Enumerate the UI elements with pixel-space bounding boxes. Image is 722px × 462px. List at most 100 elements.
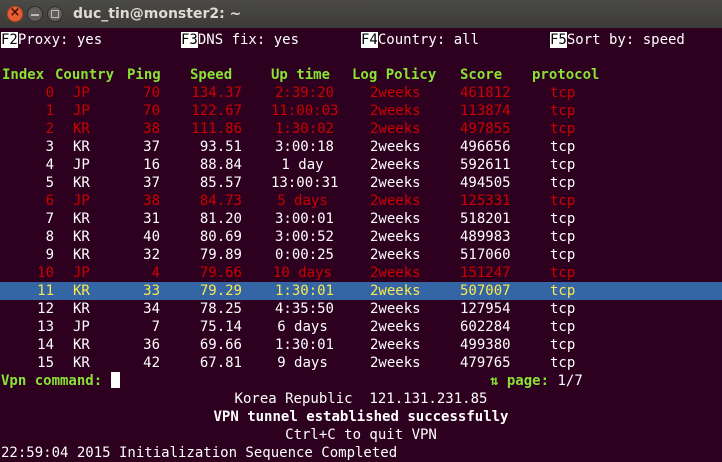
row-index: 2 [45, 121, 54, 137]
row-index: 1 [45, 103, 54, 119]
terminal-window: × duc_tin@monster2: ~ F2Proxy: yes F3DNS… [0, 0, 722, 462]
minimize-icon [31, 14, 39, 16]
country-label: Country: all [377, 32, 480, 48]
table-row[interactable]: 2 KR 38 111.86 1:30:02 2weeks 497855 tcp [0, 120, 722, 138]
row-speed: 81.20 [199, 211, 242, 227]
row-score: 602284 [460, 319, 511, 335]
pager: ⇅ page: 1/7 [490, 372, 583, 390]
row-uptime: 5 days [277, 193, 328, 209]
row-ping: 34 [143, 301, 160, 317]
dns-fix-toggle[interactable]: F3DNS fix: yes [181, 31, 299, 49]
row-index: 12 [37, 301, 54, 317]
row-country: KR [73, 247, 90, 263]
close-icon: × [9, 5, 21, 20]
row-ping: 38 [143, 193, 160, 209]
row-protocol: tcp [550, 211, 576, 227]
row-protocol: tcp [550, 283, 576, 299]
table-row[interactable]: 4 JP 16 88.84 1 day 2weeks 592611 tcp [0, 156, 722, 174]
row-protocol: tcp [550, 85, 576, 101]
table-row[interactable]: 6 JP 38 84.73 5 days 2weeks 125331 tcp [0, 192, 722, 210]
row-speed: 134.37 [191, 85, 242, 101]
row-uptime: 0:00:25 [274, 247, 334, 263]
row-log-policy: 2weeks [370, 211, 421, 227]
sort-selector[interactable]: F5Sort by: speed [550, 31, 685, 49]
header-log-policy: Log Policy [352, 67, 437, 83]
table-row[interactable]: 8 KR 40 80.69 3:00:52 2weeks 489983 tcp [0, 228, 722, 246]
dns-fix-label: DNS fix: yes [197, 32, 300, 48]
row-uptime: 4:35:50 [274, 301, 334, 317]
row-index: 11 [37, 283, 54, 299]
table-row[interactable]: 15 KR 42 67.81 9 days 2weeks 479765 tcp [0, 354, 722, 372]
row-ping: 16 [143, 157, 160, 173]
table-row[interactable]: 5 KR 37 85.57 13:00:31 2weeks 494505 tcp [0, 174, 722, 192]
row-speed: 84.73 [199, 193, 242, 209]
row-speed: 80.69 [199, 229, 242, 245]
row-ping: 70 [143, 85, 160, 101]
table-row[interactable]: 10 JP 4 79.66 10 days 2weeks 151247 tcp [0, 264, 722, 282]
row-index: 8 [45, 229, 54, 245]
table-row[interactable]: 11 KR 33 79.29 1:30:01 2weeks 507007 tcp [0, 282, 722, 300]
row-index: 15 [37, 355, 54, 371]
row-protocol: tcp [550, 193, 576, 209]
row-protocol: tcp [550, 337, 576, 353]
row-score: 113874 [460, 103, 511, 119]
table-row[interactable]: 12 KR 34 78.25 4:35:50 2weeks 127954 tcp [0, 300, 722, 318]
row-ping: 31 [143, 211, 160, 227]
window-title: duc_tin@monster2: ~ [73, 6, 242, 22]
row-log-policy: 2weeks [370, 139, 421, 155]
row-uptime: 11:00:03 [271, 103, 339, 119]
row-index: 7 [45, 211, 54, 227]
row-country: KR [73, 211, 90, 227]
row-log-policy: 2weeks [370, 283, 421, 299]
close-button[interactable]: × [7, 5, 23, 22]
f3-key: F3 [181, 32, 198, 48]
table-row[interactable]: 1 JP 70 122.67 11:00:03 2weeks 113874 tcp [0, 102, 722, 120]
row-speed: 85.57 [199, 175, 242, 191]
row-log-policy: 2weeks [370, 175, 421, 191]
minimize-button[interactable] [27, 6, 43, 22]
row-score: 127954 [460, 301, 511, 317]
table-row[interactable]: 9 KR 32 79.89 0:00:25 2weeks 517060 tcp [0, 246, 722, 264]
row-uptime: 1:30:02 [274, 121, 334, 137]
terminal-content[interactable]: F2Proxy: yes F3DNS fix: yes F4Country: a… [0, 28, 722, 462]
maximize-button[interactable] [47, 6, 63, 22]
command-prompt[interactable]: Vpn command: [1, 372, 120, 390]
row-uptime: 3:00:18 [274, 139, 334, 155]
country-filter[interactable]: F4Country: all [361, 31, 479, 49]
row-uptime: 1:30:01 [274, 337, 334, 353]
table-row[interactable]: 3 KR 37 93.51 3:00:18 2weeks 496656 tcp [0, 138, 722, 156]
proxy-toggle[interactable]: F2Proxy: yes [1, 31, 102, 49]
header-protocol: protocol [532, 67, 600, 83]
table-row[interactable]: 14 KR 36 69.66 1:30:01 2weeks 499380 tcp [0, 336, 722, 354]
header-index: Index [2, 67, 45, 83]
table-header: Index Country Ping Speed Up time Log Pol… [0, 66, 722, 84]
row-score: 592611 [460, 157, 511, 173]
table-row[interactable]: 13 JP 7 75.14 6 days 2weeks 602284 tcp [0, 318, 722, 336]
tunnel-status: VPN tunnel established successfully [213, 409, 509, 425]
row-protocol: tcp [550, 229, 576, 245]
table-row[interactable]: 7 KR 31 81.20 3:00:01 2weeks 518201 tcp [0, 210, 722, 228]
row-speed: 122.67 [191, 103, 242, 119]
header-uptime: Up time [271, 67, 331, 83]
row-score: 517060 [460, 247, 511, 263]
table-row[interactable]: 0 JP 70 134.37 2:39:20 2weeks 461812 tcp [0, 84, 722, 102]
row-country: KR [73, 229, 90, 245]
row-uptime: 9 days [277, 355, 328, 371]
row-protocol: tcp [550, 103, 576, 119]
row-log-policy: 2weeks [370, 337, 421, 353]
row-speed: 111.86 [191, 121, 242, 137]
row-log-policy: 2weeks [370, 265, 421, 281]
maximize-icon [51, 10, 59, 18]
row-ping: 42 [143, 355, 160, 371]
row-country: JP [73, 319, 90, 335]
row-country: KR [73, 337, 90, 353]
f5-key: F5 [550, 32, 567, 48]
row-index: 13 [37, 319, 54, 335]
title-bar[interactable]: × duc_tin@monster2: ~ [0, 0, 722, 28]
row-log-policy: 2weeks [370, 157, 421, 173]
row-speed: 67.81 [199, 355, 242, 371]
row-index: 9 [45, 247, 54, 263]
f4-key: F4 [361, 32, 378, 48]
row-speed: 93.51 [199, 139, 242, 155]
log-line: 22:59:04 2015 Initialization Sequence Co… [1, 445, 398, 461]
